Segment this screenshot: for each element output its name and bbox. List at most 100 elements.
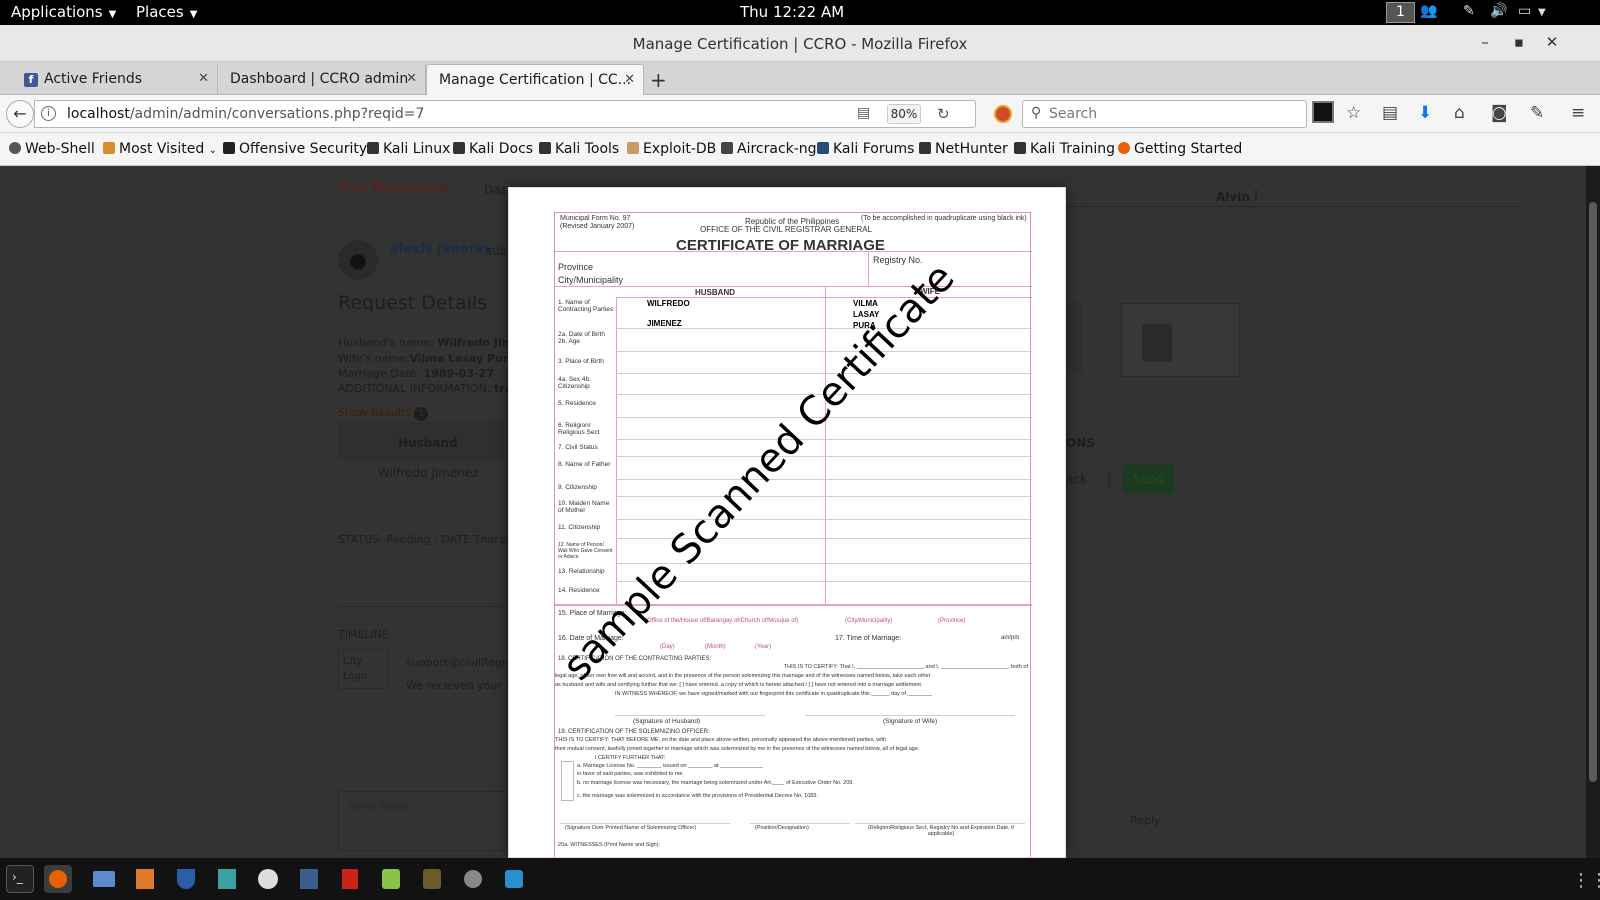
- maltego-icon[interactable]: [254, 865, 282, 893]
- user-name[interactable]: Alvin: [1216, 190, 1250, 204]
- close-tab-icon[interactable]: ✕: [624, 72, 635, 87]
- certificate-image-modal[interactable]: Municipal Form No. 97 (Revised January 2…: [508, 187, 1066, 858]
- beef-icon[interactable]: [295, 865, 323, 893]
- volume-icon[interactable]: 🔊: [1490, 3, 1507, 19]
- separator: |: [1107, 472, 1112, 486]
- bookmark-kali-tools[interactable]: Kali Tools: [539, 141, 619, 157]
- show-applications-icon[interactable]: ⋮⋮⋮: [1572, 870, 1600, 891]
- url-bar[interactable]: i localhost/admin/admin/conversations.ph…: [34, 100, 976, 128]
- terminal-icon[interactable]: ›_: [6, 865, 34, 893]
- page-scrollbar[interactable]: [1586, 166, 1600, 858]
- scrollbar-thumb[interactable]: [1589, 202, 1597, 782]
- bookmark-label: NetHunter: [935, 141, 1008, 157]
- avatar: ●: [338, 240, 378, 280]
- extension-icon[interactable]: [1312, 101, 1334, 123]
- firefox-icon[interactable]: [44, 865, 72, 893]
- home-icon[interactable]: ⌂: [1454, 103, 1465, 123]
- signature-husband-label: (Signature of Husband): [633, 718, 701, 725]
- zoom-level[interactable]: 80%: [887, 104, 921, 124]
- nav-dashboard-link[interactable]: Das: [484, 183, 507, 197]
- bookmark-star-icon[interactable]: ☆: [1346, 103, 1361, 123]
- center-divider: [825, 286, 826, 604]
- bookmark-label: Kali Docs: [469, 141, 534, 157]
- bookmark-kali-linux[interactable]: Kali Linux: [367, 141, 450, 157]
- bookmark-most-visited[interactable]: Most Visited ⌄: [103, 141, 217, 157]
- eyedropper-icon[interactable]: ✎: [1530, 103, 1544, 123]
- pen-tool-icon[interactable]: ✎: [1463, 3, 1475, 19]
- blocker-icon[interactable]: [994, 105, 1012, 123]
- facebook-icon: f: [24, 73, 38, 87]
- show-results-link[interactable]: Show Results 1: [338, 406, 429, 421]
- bookmark-aircrack-ng[interactable]: Aircrack-ng: [721, 141, 817, 157]
- city-logo-line1: City: [343, 656, 363, 667]
- battery-icon[interactable]: ▭: [1518, 3, 1531, 19]
- id-card-thumbnail[interactable]: [1121, 303, 1240, 377]
- system-monitor-icon[interactable]: [500, 865, 528, 893]
- reload-icon[interactable]: ↻: [937, 105, 950, 123]
- checkbox-group[interactable]: [561, 761, 574, 801]
- sublime-icon[interactable]: [418, 865, 446, 893]
- bookmarks-list-icon[interactable]: ▤: [1382, 103, 1398, 123]
- additional-info-line: ADDITIONAL INFORMATION: tra: [338, 382, 512, 395]
- tab-dashboard[interactable]: Dashboard | CCRO admin ✕: [218, 64, 426, 95]
- armitage-icon[interactable]: [213, 865, 241, 893]
- husband-line: Husband's name: Wilfredo Jimen: [338, 336, 529, 349]
- pocket-icon[interactable]: ◙: [1491, 103, 1508, 123]
- info-icon[interactable]: i: [41, 106, 56, 121]
- bookmark-getting-started[interactable]: Getting Started: [1118, 141, 1242, 157]
- row-label: 9. Citizenship: [558, 484, 598, 491]
- caret-down-icon[interactable]: ▼: [1538, 7, 1546, 18]
- url-text[interactable]: localhost/admin/admin/conversations.php?…: [67, 106, 424, 122]
- clock[interactable]: Thu 12:22 AM: [740, 3, 844, 21]
- maximize-icon[interactable]: ◼: [1508, 36, 1530, 49]
- leafpad-icon[interactable]: [377, 865, 405, 893]
- quadruplicate-note: (To be accomplished in quadruplicate usi…: [861, 215, 1027, 222]
- bookmark-nethunter[interactable]: NetHunter: [919, 141, 1008, 157]
- bookmark-web-shell[interactable]: Web-Shell: [9, 141, 95, 157]
- back-arrow-icon[interactable]: ←: [6, 100, 34, 128]
- witnesses-label: 20a. WITNESSES (Print Name and Sign):: [558, 842, 661, 848]
- sender-name[interactable]: alexis janoras: [390, 242, 492, 257]
- close-tab-icon[interactable]: ✕: [406, 71, 417, 86]
- reader-view-icon[interactable]: ▤: [857, 105, 870, 121]
- bookmark-kali-training[interactable]: Kali Training: [1014, 141, 1115, 157]
- bookmark-label: Exploit-DB: [643, 141, 717, 157]
- hamburger-menu-icon[interactable]: ≡: [1571, 103, 1585, 123]
- bookmark-offensive-security[interactable]: Offensive Security: [223, 141, 367, 157]
- tab-active-friends[interactable]: f Active Friends ✕: [12, 64, 218, 95]
- burpsuite-icon[interactable]: [131, 865, 159, 893]
- place-province-label: (Province): [938, 618, 966, 624]
- bookmark-kali-forums[interactable]: Kali Forums: [817, 141, 914, 157]
- settings-icon[interactable]: [459, 865, 487, 893]
- minimize-icon[interactable]: –: [1474, 33, 1496, 51]
- faraday-icon[interactable]: [336, 865, 364, 893]
- row-label: 1. Name of Contracting Parties: [558, 299, 614, 313]
- people-icon[interactable]: 👥: [1420, 3, 1437, 19]
- workspace-indicator[interactable]: 1: [1386, 2, 1415, 23]
- search-bar[interactable]: ⚲ Search: [1022, 100, 1307, 128]
- download-icon[interactable]: ⬇: [1418, 103, 1432, 123]
- husband-first-name: WILFREDO: [647, 299, 690, 308]
- new-tab-icon[interactable]: +: [650, 68, 667, 92]
- kebab-menu-icon[interactable]: ⋮: [1250, 188, 1262, 202]
- search-placeholder: Search: [1049, 106, 1098, 122]
- caret-down-icon: ▼: [108, 9, 117, 20]
- bookmark-kali-docs[interactable]: Kali Docs: [453, 141, 533, 157]
- tab-manage-certification[interactable]: Manage Certification | CC... ✕: [426, 64, 644, 95]
- close-window-icon[interactable]: ✕: [1541, 33, 1563, 51]
- reply-button[interactable]: Reply: [1130, 814, 1160, 827]
- files-icon[interactable]: [90, 865, 118, 893]
- bookmark-exploit-db[interactable]: Exploit-DB: [627, 141, 716, 157]
- signature-wife-label: (Signature of Wife): [883, 718, 938, 725]
- back-button[interactable]: ack: [1066, 472, 1087, 486]
- row-label: 7. Civil Status: [558, 444, 598, 451]
- document-thumb-1[interactable]: [1066, 302, 1082, 374]
- brand-logo[interactable]: Civil Registration: [338, 180, 449, 195]
- places-menu[interactable]: Places ▼: [136, 3, 197, 21]
- date-month-label: (Month): [705, 644, 726, 650]
- applications-menu[interactable]: Applications ▼: [11, 3, 116, 21]
- metasploit-icon[interactable]: [172, 865, 200, 893]
- close-tab-icon[interactable]: ✕: [198, 71, 209, 86]
- send-button[interactable]: Send: [1123, 465, 1174, 493]
- kali-dragon-icon: [1014, 142, 1026, 154]
